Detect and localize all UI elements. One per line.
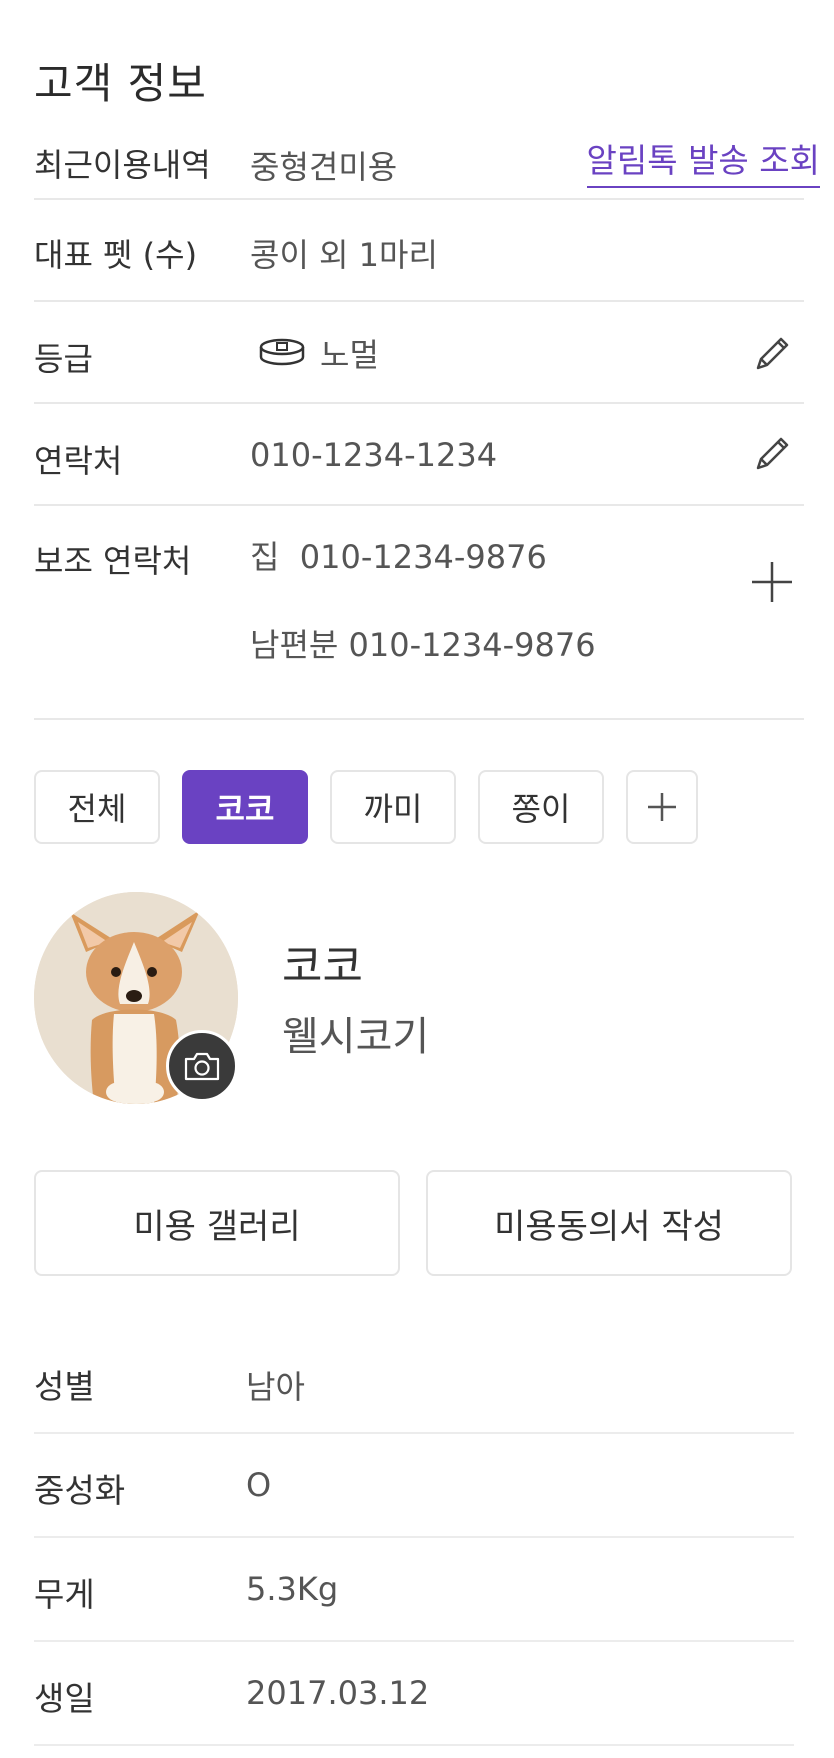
sub-contact-item: 남편분 010-1234-9876 [250, 620, 596, 666]
tab-kkami[interactable]: 까미 [330, 770, 456, 844]
neutered-label: 중성화 [34, 1471, 126, 1510]
contact-row: 연락처 010-1234-1234 [34, 404, 804, 506]
recent-usage-value: 중형견미용 [250, 148, 398, 186]
add-sub-contact-plus-icon[interactable] [750, 560, 794, 604]
pet-tabs: 전체 코코 까미 쫑이 [34, 770, 698, 844]
page-title: 고객 정보 [34, 59, 207, 108]
gender-label: 성별 [34, 1367, 95, 1406]
alimtalk-history-link[interactable]: 알림톡 발송 조회 [586, 134, 820, 188]
sub-contact-row: 보조 연락처 집 010-1234-9876 남편분 010-1234-9876 [34, 506, 804, 720]
grade-row: 등급 노멀 [34, 302, 804, 404]
edit-contact-pencil-icon[interactable] [750, 432, 794, 476]
birthday-value: 2017.03.12 [246, 1674, 430, 1712]
grade-label: 등급 [34, 340, 93, 378]
edit-grade-pencil-icon[interactable] [750, 332, 794, 376]
pet-info-row-neutered: 중성화 O [34, 1434, 794, 1538]
sub-contact-tag: 남편분 [250, 626, 339, 664]
birthday-label: 생일 [34, 1679, 95, 1718]
weight-value: 5.3Kg [246, 1570, 339, 1608]
collar-icon [258, 337, 306, 369]
tab-jjongi[interactable]: 쫑이 [478, 770, 604, 844]
recent-usage-label: 최근이용내역 [34, 146, 211, 184]
contact-label: 연락처 [34, 442, 123, 480]
sub-contact-number: 010-1234-9876 [348, 626, 596, 664]
grooming-gallery-button[interactable]: 미용 갤러리 [34, 1170, 400, 1276]
neutered-value: O [246, 1466, 272, 1504]
write-consent-button[interactable]: 미용동의서 작성 [426, 1170, 792, 1276]
contact-value: 010-1234-1234 [250, 436, 498, 474]
pet-info-row-birthday: 생일 2017.03.12 [34, 1642, 794, 1746]
camera-icon[interactable] [166, 1030, 238, 1102]
main-pet-label: 대표 펫 (수) [34, 236, 198, 274]
grade-value-wrap: 노멀 [258, 330, 379, 376]
main-pet-value: 콩이 외 1마리 [250, 236, 438, 274]
pet-name: 코코 [282, 941, 363, 992]
pet-info-row-weight: 무게 5.3Kg [34, 1538, 794, 1642]
tab-all[interactable]: 전체 [34, 770, 160, 844]
main-pet-row: 대표 펫 (수) 콩이 외 1마리 [34, 200, 804, 302]
grade-value: 노멀 [320, 336, 379, 374]
sub-contact-item: 집 010-1234-9876 [250, 532, 547, 578]
weight-label: 무게 [34, 1575, 95, 1614]
sub-contact-tag: 집 [250, 538, 280, 576]
add-pet-button[interactable] [626, 770, 698, 844]
plus-icon [648, 793, 676, 821]
pet-info-row-gender: 성별 남아 [34, 1330, 794, 1434]
recent-usage-row: 최근이용내역 중형견미용 알림톡 발송 조회 [34, 118, 820, 200]
pet-breed: 웰시코기 [282, 1014, 430, 1060]
tab-coco[interactable]: 코코 [182, 770, 308, 844]
sub-contact-label: 보조 연락처 [34, 542, 192, 580]
gender-value: 남아 [246, 1368, 305, 1406]
sub-contact-number: 010-1234-9876 [299, 538, 547, 576]
